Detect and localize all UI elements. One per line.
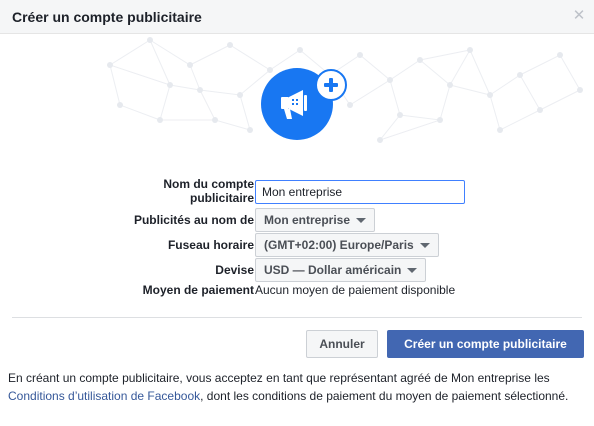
currency-row: Devise USD — Dollar américain [0,258,594,282]
terms-text-after: , dont les conditions de paiement du moy… [200,389,569,403]
currency-value: USD — Dollar américain [264,263,402,277]
terms-notice: En créant un compte publicitaire, vous a… [8,369,586,405]
payment-method-value: Aucun moyen de paiement disponible [255,283,456,297]
currency-select[interactable]: USD — Dollar américain [255,258,427,282]
chevron-down-icon [419,243,430,248]
timezone-value: (GMT+02:00) Europe/Paris [264,238,414,252]
payment-method-label: Moyen de paiement [142,283,254,297]
currency-label: Devise [215,263,254,277]
payment-method-row: Moyen de paiement Aucun moyen de paiemen… [0,283,594,307]
create-ad-account-dialog: Créer un compte publicitaire ✕ Nom du co… [0,0,594,426]
timezone-select[interactable]: (GMT+02:00) Europe/Paris [255,233,439,257]
close-icon[interactable]: ✕ [572,8,586,23]
terms-text-before: En créant un compte publicitaire, vous a… [8,371,550,385]
create-ad-account-button[interactable]: Créer un compte publicitaire [387,330,584,358]
chevron-down-icon [356,218,367,223]
ads-on-behalf-select[interactable]: Mon entreprise [255,208,376,232]
timezone-label: Fuseau horaire [167,238,254,252]
ads-on-behalf-value: Mon entreprise [264,213,351,227]
timezone-row: Fuseau horaire (GMT+02:00) Europe/Paris [0,233,594,257]
chevron-down-icon [407,268,418,273]
dialog-header: Créer un compte publicitaire ✕ [0,0,594,34]
account-name-input[interactable]: Mon entreprise [255,180,465,204]
dialog-title: Créer un compte publicitaire [12,9,202,25]
cancel-button[interactable]: Annuler [306,330,378,358]
footer-divider [12,317,582,318]
ads-on-behalf-label: Publicités au nom de [133,213,254,227]
account-name-label-line1: Nom du compte [163,177,254,191]
ads-on-behalf-row: Publicités au nom de Mon entreprise [0,208,594,232]
account-name-label-line2: publicitaire [189,191,254,205]
add-badge-icon [315,69,347,101]
account-name-label: Nom du compte publicitaire [163,177,254,205]
account-name-row: Nom du compte publicitaire Mon entrepris… [0,177,594,205]
terms-link[interactable]: Conditions d’utilisation de Facebook [8,389,200,403]
